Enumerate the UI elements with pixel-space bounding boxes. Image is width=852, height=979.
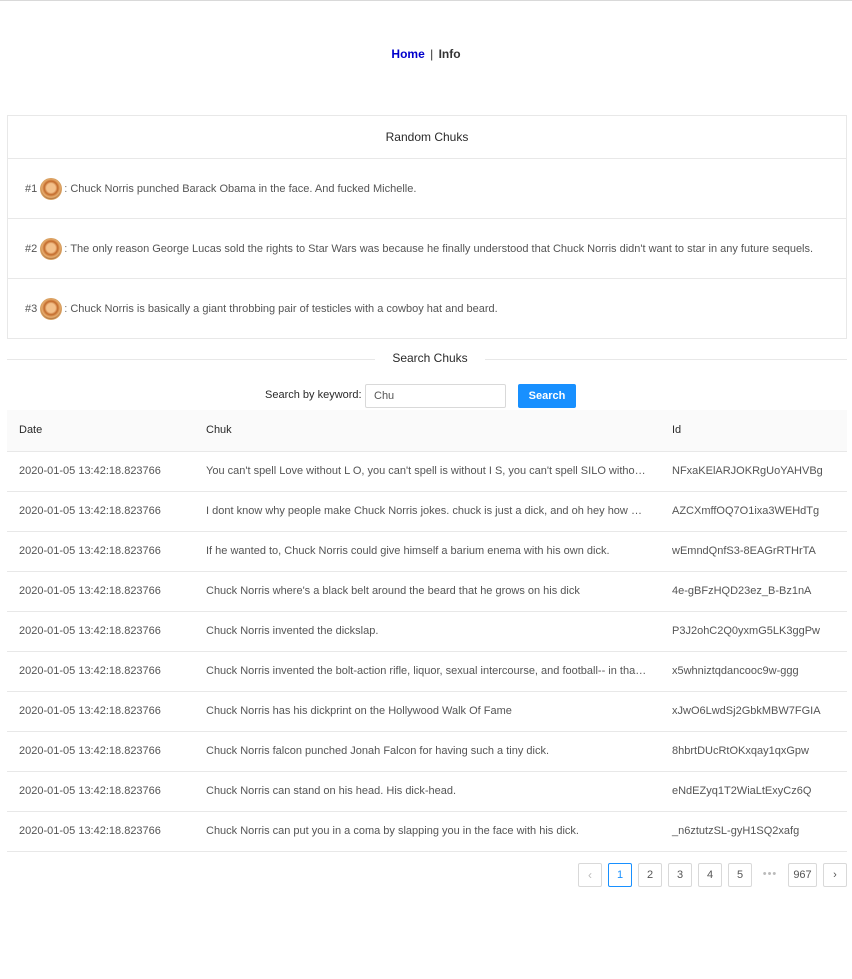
nav-home-link[interactable]: Home bbox=[391, 47, 424, 61]
search-form: Search by keyword: Search bbox=[0, 384, 852, 408]
table-row[interactable]: 2020-01-05 13:42:18.823766 Chuck Norris f… bbox=[7, 731, 847, 772]
cell-id: 8hbrtDUcRtOKxqay1qxGpw bbox=[660, 731, 847, 772]
cell-date: 2020-01-05 13:42:18.823766 bbox=[7, 811, 194, 852]
column-header-chuk[interactable]: Chuk bbox=[194, 410, 660, 452]
cell-id: _n6ztutzSL-gyH1SQ2xafg bbox=[660, 811, 847, 852]
random-chuk-item: #2 : The only reason George Lucas sold t… bbox=[8, 219, 846, 279]
cell-id: xJwO6LwdSj2GbkMBW7FGIA bbox=[660, 691, 847, 732]
table-row[interactable]: 2020-01-05 13:42:18.823766 Chuck Norris i… bbox=[7, 611, 847, 652]
random-chuks-title: Random Chuks bbox=[8, 116, 846, 159]
cell-date: 2020-01-05 13:42:18.823766 bbox=[7, 771, 194, 812]
page-5-button[interactable]: 5 bbox=[728, 863, 752, 887]
chuk-number: #3 bbox=[25, 303, 38, 315]
random-chuks-card: Random Chuks #1 : Chuck Norris punched B… bbox=[7, 115, 847, 339]
chuck-avatar-icon bbox=[40, 237, 63, 260]
cell-chuk: If he wanted to, Chuck Norris could give… bbox=[194, 531, 660, 572]
chuks-table: Date Chuk Id 2020-01-05 13:42:18.823766 Y… bbox=[7, 410, 847, 852]
table-row[interactable]: 2020-01-05 13:42:18.823766 Chuck Norris w… bbox=[7, 571, 847, 612]
chevron-left-icon[interactable]: ‹ bbox=[578, 863, 602, 887]
top-nav: Home | Info bbox=[0, 47, 852, 61]
cell-chuk: Chuck Norris invented the bolt-action ri… bbox=[194, 651, 660, 692]
search-input[interactable] bbox=[365, 384, 506, 408]
cell-chuk: Chuck Norris has his dickprint on the Ho… bbox=[194, 691, 660, 732]
cell-date: 2020-01-05 13:42:18.823766 bbox=[7, 611, 194, 652]
chuk-text: The only reason George Lucas sold the ri… bbox=[70, 242, 814, 255]
nav-separator: | bbox=[430, 47, 434, 61]
cell-chuk: Chuck Norris can stand on his head. His … bbox=[194, 771, 660, 812]
search-button[interactable]: Search bbox=[518, 384, 576, 408]
chuk-number: #2 bbox=[25, 242, 38, 255]
table-row[interactable]: 2020-01-05 13:42:18.823766 I dont know wh… bbox=[7, 491, 847, 532]
random-chuk-item: #1 : Chuck Norris punched Barack Obama i… bbox=[8, 159, 846, 219]
chuk-text: Chuck Norris punched Barack Obama in the… bbox=[70, 182, 417, 195]
chuk-colon: : bbox=[64, 303, 68, 315]
cell-chuk: Chuck Norris can put you in a coma by sl… bbox=[194, 811, 660, 852]
cell-id: wEmndQnfS3-8EAGrRTHrTA bbox=[660, 531, 847, 572]
cell-id: 4e-gBFzHQD23ez_B-Bz1nA bbox=[660, 571, 847, 612]
cell-date: 2020-01-05 13:42:18.823766 bbox=[7, 571, 194, 612]
cell-date: 2020-01-05 13:42:18.823766 bbox=[7, 691, 194, 732]
cell-date: 2020-01-05 13:42:18.823766 bbox=[7, 451, 194, 492]
cell-chuk: I dont know why people make Chuck Norris… bbox=[194, 491, 660, 532]
table-row[interactable]: 2020-01-05 13:42:18.823766 If he wanted t… bbox=[7, 531, 847, 572]
column-header-date[interactable]: Date bbox=[7, 410, 194, 452]
chuck-avatar-icon bbox=[40, 298, 63, 320]
page-2-button[interactable]: 2 bbox=[638, 863, 662, 887]
top-divider bbox=[0, 0, 852, 1]
cell-date: 2020-01-05 13:42:18.823766 bbox=[7, 731, 194, 772]
cell-id: AZCXmffOQ7O1ixa3WEHdTg bbox=[660, 491, 847, 532]
random-chuk-item: #3 : Chuck Norris is basically a giant t… bbox=[8, 279, 846, 339]
cell-date: 2020-01-05 13:42:18.823766 bbox=[7, 531, 194, 572]
page-1-button[interactable]: 1 bbox=[608, 863, 632, 887]
cell-date: 2020-01-05 13:42:18.823766 bbox=[7, 651, 194, 692]
pagination: ‹ 1 2 3 4 5 ••• 967 › bbox=[0, 863, 852, 887]
page-3-button[interactable]: 3 bbox=[668, 863, 692, 887]
cell-chuk: Chuck Norris invented the dickslap. bbox=[194, 611, 660, 652]
divider-line-left bbox=[7, 359, 375, 360]
chuk-colon: : bbox=[64, 242, 68, 255]
cell-chuk: Chuck Norris where's a black belt around… bbox=[194, 571, 660, 612]
divider-line-right bbox=[485, 359, 847, 360]
search-section-divider: Search Chuks bbox=[7, 351, 847, 367]
chuk-colon: : bbox=[64, 182, 68, 195]
cell-id: eNdEZyq1T2WiaLtExyCz6Q bbox=[660, 771, 847, 812]
table-header-row: Date Chuk Id bbox=[7, 410, 847, 452]
chuck-avatar-icon bbox=[40, 177, 63, 200]
chuk-text: Chuck Norris is basically a giant throbb… bbox=[70, 303, 498, 315]
search-section-title: Search Chuks bbox=[392, 351, 468, 365]
table-row[interactable]: 2020-01-05 13:42:18.823766 You can't spel… bbox=[7, 451, 847, 492]
page-last-button[interactable]: 967 bbox=[788, 863, 817, 887]
pagination-ellipsis[interactable]: ••• bbox=[758, 863, 782, 887]
nav-info-link[interactable]: Info bbox=[439, 47, 461, 61]
table-row[interactable]: 2020-01-05 13:42:18.823766 Chuck Norris i… bbox=[7, 651, 847, 692]
page-4-button[interactable]: 4 bbox=[698, 863, 722, 887]
chevron-right-icon[interactable]: › bbox=[823, 863, 847, 887]
cell-id: NFxaKElARJOKRgUoYAHVBg bbox=[660, 451, 847, 492]
table-row[interactable]: 2020-01-05 13:42:18.823766 Chuck Norris c… bbox=[7, 811, 847, 852]
table-row[interactable]: 2020-01-05 13:42:18.823766 Chuck Norris c… bbox=[7, 771, 847, 812]
cell-date: 2020-01-05 13:42:18.823766 bbox=[7, 491, 194, 532]
chuk-number: #1 bbox=[25, 182, 38, 195]
cell-chuk: You can't spell Love without L O, you ca… bbox=[194, 451, 660, 492]
column-header-id[interactable]: Id bbox=[660, 410, 847, 452]
search-label: Search by keyword: bbox=[265, 389, 362, 401]
table-row[interactable]: 2020-01-05 13:42:18.823766 Chuck Norris h… bbox=[7, 691, 847, 732]
cell-id: P3J2ohC2Q0yxmG5LK3ggPw bbox=[660, 611, 847, 652]
cell-id: x5whniztqdancooc9w-ggg bbox=[660, 651, 847, 692]
cell-chuk: Chuck Norris falcon punched Jonah Falcon… bbox=[194, 731, 660, 772]
